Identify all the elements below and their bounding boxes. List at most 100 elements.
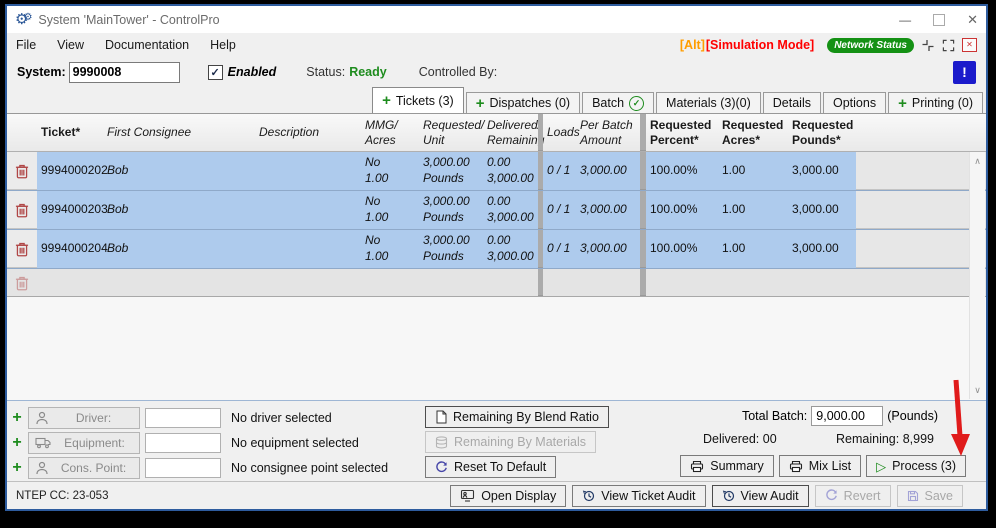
scroll-down-icon[interactable]: ∨ bbox=[970, 383, 985, 397]
cell-requested-percent: 100.00% bbox=[650, 241, 698, 256]
cell-ticket: 9994000202 bbox=[41, 163, 108, 178]
menu-file[interactable]: File bbox=[16, 38, 36, 52]
menu-help[interactable]: Help bbox=[210, 38, 236, 52]
cell-loads: 0 / 1 bbox=[547, 163, 571, 178]
tab-materials[interactable]: Materials (3)(0) bbox=[656, 92, 761, 113]
driver-input[interactable] bbox=[145, 407, 221, 428]
mix-list-button[interactable]: Mix List bbox=[778, 455, 862, 477]
delete-row-button[interactable] bbox=[7, 191, 37, 229]
tab-details[interactable]: Details bbox=[762, 92, 821, 113]
truck-icon bbox=[35, 437, 51, 448]
batch-totals-group: Total Batch: (Pounds) Delivered: 00 Rema… bbox=[680, 406, 974, 478]
header-delivered-remaining: Delivered/ Remaining bbox=[487, 117, 545, 147]
display-icon bbox=[461, 489, 475, 502]
header-description: Description bbox=[259, 125, 320, 139]
gear-icon: ⚙⚙ bbox=[15, 11, 33, 28]
trash-icon bbox=[15, 164, 29, 178]
trash-icon bbox=[15, 242, 29, 256]
controlled-by-label: Controlled By: bbox=[418, 65, 498, 79]
reset-icon bbox=[436, 460, 447, 472]
cell-filler bbox=[856, 152, 986, 190]
remaining-by-blend-ratio-button[interactable]: Remaining By Blend Ratio bbox=[425, 406, 609, 428]
driver-button[interactable]: Driver: bbox=[28, 406, 140, 429]
view-ticket-audit-button[interactable]: View Ticket Audit bbox=[572, 484, 706, 507]
consignee-point-button[interactable]: Cons. Point: bbox=[28, 456, 140, 479]
menu-view[interactable]: View bbox=[57, 38, 84, 52]
add-driver-icon[interactable]: + bbox=[11, 409, 23, 426]
table-row[interactable]: 9994000202 Bob No 1.00 3,000.00 Pounds 0… bbox=[7, 152, 986, 191]
table-row[interactable]: 9994000204 Bob No 1.00 3,000.00 Pounds 0… bbox=[7, 230, 986, 269]
menu-documentation[interactable]: Documentation bbox=[105, 38, 189, 52]
cell-requested-acres: 1.00 bbox=[722, 163, 746, 178]
open-display-button[interactable]: Open Display bbox=[450, 484, 567, 507]
enabled-checkbox[interactable]: ✓ bbox=[207, 64, 223, 80]
equipment-status: No equipment selected bbox=[231, 435, 359, 450]
delete-row-button[interactable] bbox=[7, 152, 37, 190]
vertical-scrollbar[interactable]: ∧ ∨ bbox=[969, 152, 985, 399]
tab-printing[interactable]: + Printing (0) bbox=[888, 92, 983, 113]
summary-button[interactable]: Summary bbox=[680, 455, 774, 477]
header-ticket: Ticket* bbox=[41, 125, 81, 139]
footer-panel: + Driver: No driver selected + Equipment… bbox=[7, 400, 986, 481]
minimize-icon[interactable]: — bbox=[899, 14, 911, 26]
ntep-cc-label: NTEP CC: 23-053 bbox=[16, 489, 109, 502]
cell-delivered-remaining: 0.00 3,000.00 bbox=[487, 233, 534, 263]
cell-per-batch-amount: 3,000.00 bbox=[580, 202, 627, 217]
total-batch-input[interactable] bbox=[811, 406, 884, 426]
system-number-input[interactable] bbox=[68, 61, 180, 83]
add-consignee-point-icon[interactable]: + bbox=[11, 459, 23, 476]
simulation-mode-badge: [Simulation Mode] bbox=[705, 38, 815, 52]
collapse-panels-icon[interactable] bbox=[921, 39, 935, 52]
new-ticket-row[interactable] bbox=[7, 269, 986, 297]
person-icon bbox=[36, 411, 48, 424]
equipment-button[interactable]: Equipment: bbox=[28, 431, 140, 454]
delivered-value: Delivered: 00 bbox=[703, 432, 777, 446]
network-status-badge: Network Status bbox=[827, 37, 914, 53]
tab-dispatches[interactable]: + Dispatches (0) bbox=[465, 92, 581, 113]
delete-row-button[interactable] bbox=[7, 230, 37, 268]
cell-requested-unit: 3,000.00 Pounds bbox=[423, 233, 470, 263]
scroll-up-icon[interactable]: ∧ bbox=[970, 154, 985, 168]
cell-per-batch-amount: 3,000.00 bbox=[580, 241, 627, 256]
fullscreen-icon[interactable] bbox=[942, 39, 955, 52]
tab-batch[interactable]: Batch ✓ bbox=[582, 92, 655, 113]
cell-requested-percent: 100.00% bbox=[650, 202, 698, 217]
table-header-row: Ticket* First Consignee Description MMG/… bbox=[7, 114, 986, 152]
cell-delivered-remaining: 0.00 3,000.00 bbox=[487, 194, 534, 224]
close-panel-icon[interactable]: ✕ bbox=[962, 38, 977, 52]
equipment-input[interactable] bbox=[145, 432, 221, 453]
header-filler bbox=[856, 114, 986, 151]
consignee-point-row: + Cons. Point: No consignee point select… bbox=[11, 456, 388, 479]
document-icon bbox=[436, 410, 447, 424]
trash-icon bbox=[15, 203, 29, 217]
plus-icon: + bbox=[382, 92, 391, 109]
cell-description bbox=[255, 191, 361, 229]
view-audit-button[interactable]: View Audit bbox=[711, 484, 809, 507]
play-icon: ▷ bbox=[876, 458, 887, 474]
plus-icon: + bbox=[475, 94, 485, 112]
tab-tickets[interactable]: + Tickets (3) bbox=[372, 87, 464, 113]
table-row[interactable]: 9994000203 Bob No 1.00 3,000.00 Pounds 0… bbox=[7, 191, 986, 230]
system-bar: System: ✓ Enabled Status: Ready Controll… bbox=[7, 57, 986, 87]
tickets-table: Ticket* First Consignee Description MMG/… bbox=[7, 113, 986, 400]
driver-row: + Driver: No driver selected bbox=[11, 406, 388, 429]
process-button[interactable]: ▷ Process (3) bbox=[866, 455, 966, 477]
remaining-by-materials-button: Remaining By Materials bbox=[425, 431, 596, 453]
consignee-point-input[interactable] bbox=[145, 457, 221, 478]
close-icon[interactable]: ✕ bbox=[967, 13, 978, 26]
tab-options[interactable]: Options bbox=[823, 92, 887, 113]
maximize-icon[interactable] bbox=[933, 13, 946, 26]
reset-to-default-button[interactable]: Reset To Default bbox=[425, 456, 557, 478]
cell-ticket: 9994000204 bbox=[41, 241, 108, 256]
consignee-point-status: No consignee point selected bbox=[231, 460, 389, 475]
cell-description bbox=[255, 230, 361, 268]
header-delete-column bbox=[7, 114, 37, 151]
plus-icon: + bbox=[898, 94, 907, 112]
header-mmg-acres: MMG/ Acres bbox=[365, 117, 398, 147]
equipment-row: + Equipment: No equipment selected bbox=[11, 431, 388, 454]
delete-row-button-disabled bbox=[7, 269, 37, 296]
add-equipment-icon[interactable]: + bbox=[11, 434, 23, 451]
status-bar: NTEP CC: 23-053 Open Display View Ticket… bbox=[7, 481, 986, 509]
table-empty-area bbox=[7, 297, 986, 400]
alert-button[interactable]: ! bbox=[953, 60, 976, 84]
